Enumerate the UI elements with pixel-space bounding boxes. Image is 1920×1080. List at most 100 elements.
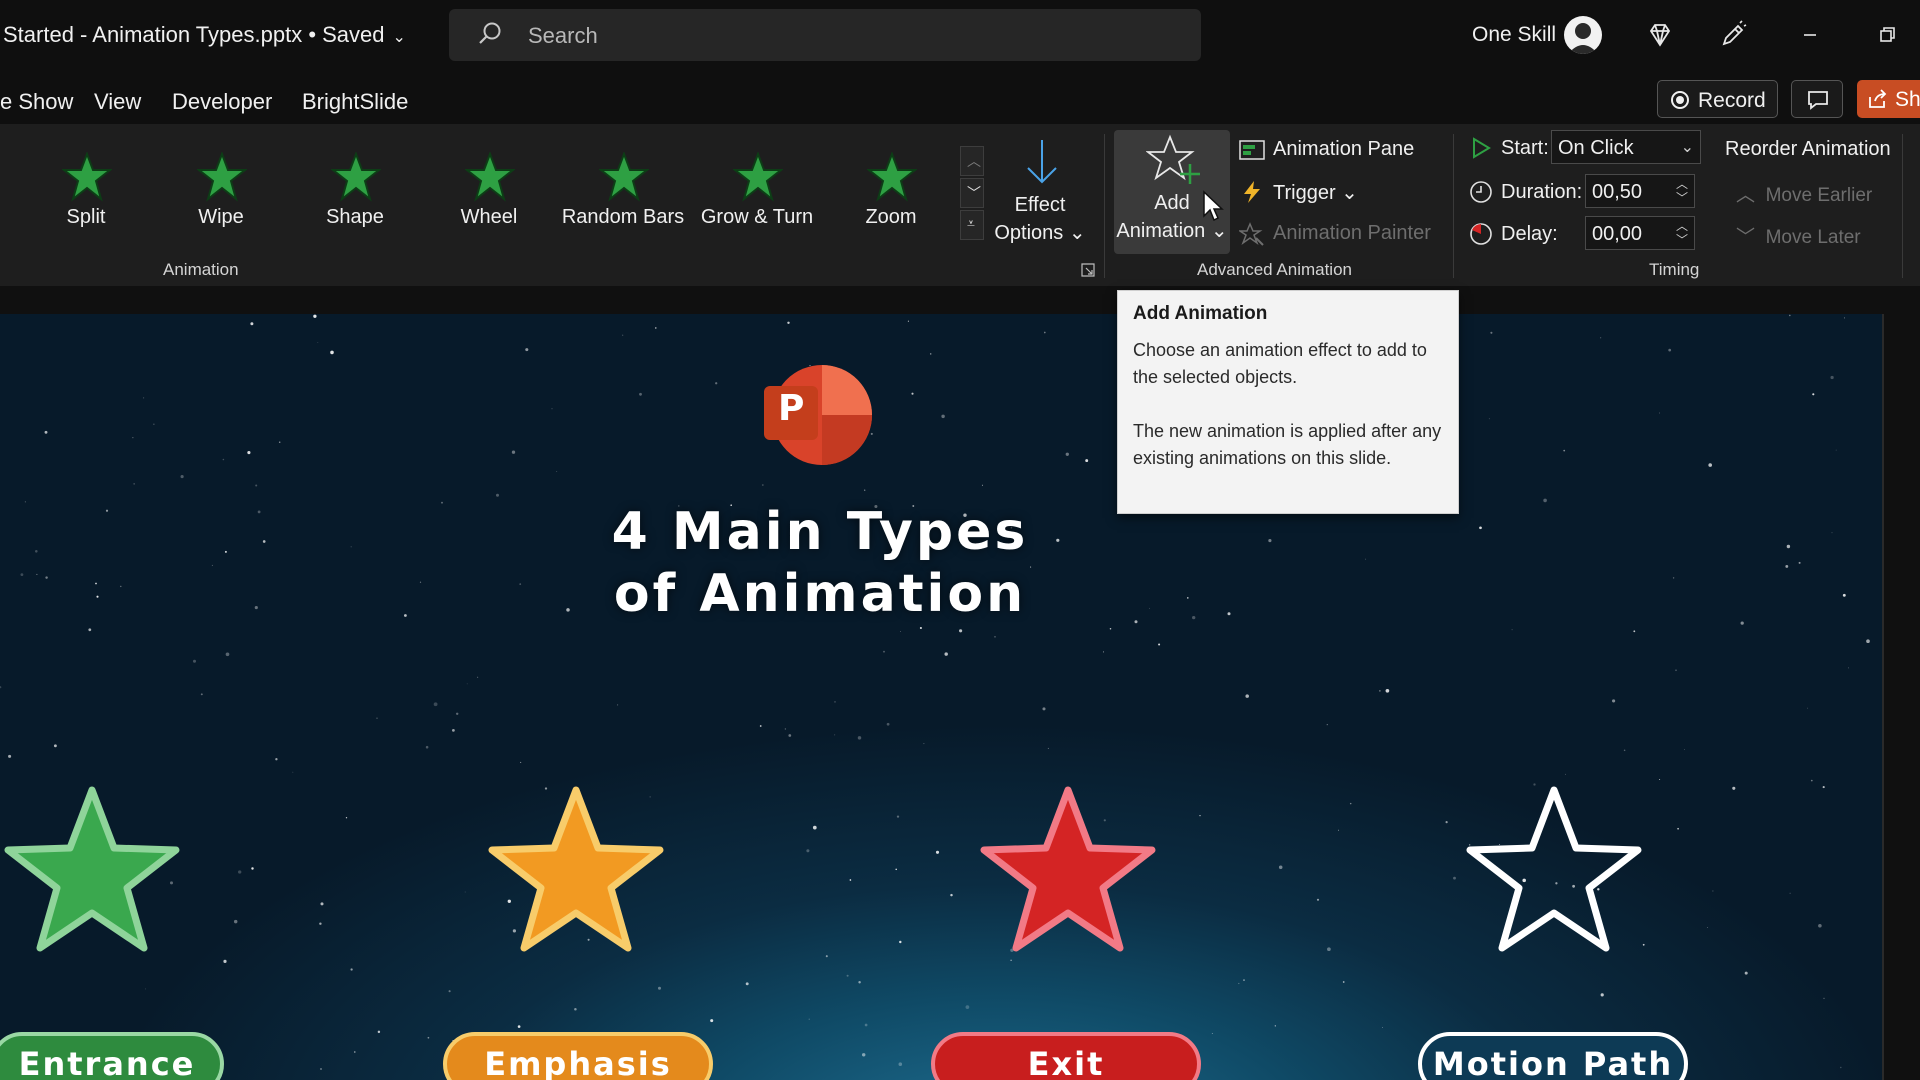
gallery-item-split[interactable]: Split <box>21 124 151 244</box>
gallery-item-grow-turn[interactable]: Grow & Turn <box>692 124 822 244</box>
background-star <box>994 636 996 638</box>
duration-row: Duration: 00,50 ︿ ﹀ <box>1469 174 1719 210</box>
spinner-icon[interactable]: ︿ ﹀ <box>1676 177 1688 205</box>
background-star <box>1085 459 1089 463</box>
background-star <box>919 626 922 630</box>
title-bar: Started - Animation Types.pptx • Saved ⌄ … <box>0 0 1920 72</box>
background-star <box>350 968 353 971</box>
tab-view[interactable]: View <box>94 89 141 115</box>
delay-input[interactable]: 00,00 ︿ ﹀ <box>1585 216 1695 250</box>
slide[interactable]: P 4 Main Types of Animation Entrance Emp… <box>0 314 1884 1080</box>
duration-label: Duration: <box>1501 181 1583 203</box>
background-star <box>1840 1066 1842 1069</box>
animation-star-icon <box>733 152 783 202</box>
background-star <box>981 484 983 486</box>
starfield-background <box>0 314 1870 1080</box>
background-star <box>1365 558 1367 560</box>
move-earlier-button[interactable]: ︿ Move Earlier <box>1736 180 1872 207</box>
background-star <box>511 450 516 454</box>
document-title[interactable]: Started - Animation Types.pptx • Saved ⌄ <box>3 22 406 48</box>
pen-icon[interactable] <box>1718 20 1748 50</box>
exit-star-icon[interactable] <box>976 780 1160 960</box>
gallery-item-random-bars[interactable]: Random Bars <box>558 124 688 244</box>
record-icon <box>1671 91 1689 109</box>
emphasis-pill[interactable]: Emphasis <box>443 1032 713 1080</box>
gallery-item-shape[interactable]: Shape <box>290 124 420 244</box>
move-later-button[interactable]: ﹀ Move Later <box>1736 222 1861 249</box>
gallery-item-zoom[interactable]: Zoom <box>826 124 956 244</box>
spinner-icon[interactable]: ︿ ﹀ <box>1676 219 1688 247</box>
ribbon-separator <box>1104 134 1105 278</box>
background-star <box>655 327 657 329</box>
emphasis-star-icon[interactable] <box>484 780 668 960</box>
motion-path-pill[interactable]: Motion Path <box>1418 1032 1688 1080</box>
ribbon-separator <box>1902 134 1903 278</box>
background-star <box>496 493 499 497</box>
background-star <box>759 725 762 727</box>
gallery-scroll-down[interactable]: ﹀ <box>960 178 984 208</box>
background-star <box>354 1051 356 1053</box>
share-button[interactable]: Sh <box>1857 80 1920 118</box>
background-star <box>464 891 466 893</box>
background-star <box>255 484 258 487</box>
user-name[interactable]: One Skill <box>1472 23 1556 47</box>
background-star <box>517 1025 521 1028</box>
background-star <box>1563 449 1566 452</box>
tab-developer[interactable]: Developer <box>172 89 272 115</box>
dialog-launcher-icon[interactable] <box>1081 263 1095 277</box>
record-button[interactable]: Record <box>1657 80 1778 118</box>
restore-icon[interactable] <box>1872 20 1902 50</box>
comments-button[interactable] <box>1791 80 1843 118</box>
background-star <box>319 922 322 925</box>
arrow-down-icon <box>1027 140 1057 184</box>
background-star <box>222 458 225 461</box>
effect-options-button[interactable]: Effect Options ⌄ <box>990 134 1090 249</box>
duration-input[interactable]: 00,50 ︿ ﹀ <box>1585 174 1695 208</box>
animation-pane-label: Animation Pane <box>1273 138 1415 160</box>
minimize-icon[interactable] <box>1795 20 1825 50</box>
background-star <box>455 712 459 716</box>
background-star <box>834 701 836 703</box>
slide-title-line-1: 4 Main Types <box>611 502 1029 562</box>
background-star <box>929 353 932 355</box>
gallery-scroll-up[interactable]: ︿ <box>960 146 984 176</box>
background-star <box>1379 690 1381 692</box>
tab-brightslide[interactable]: BrightSlide <box>302 89 408 115</box>
background-star <box>448 990 451 993</box>
background-star <box>313 314 317 318</box>
record-label: Record <box>1698 89 1766 112</box>
exit-pill[interactable]: Exit <box>931 1032 1201 1080</box>
background-star <box>36 573 38 575</box>
powerpoint-logo[interactable]: P <box>762 360 874 470</box>
background-star <box>95 582 97 585</box>
background-star <box>132 437 134 439</box>
motion-path-star-icon[interactable] <box>1462 780 1646 960</box>
background-star <box>1810 779 1813 782</box>
background-star <box>1707 926 1708 928</box>
background-star <box>658 986 661 990</box>
background-star <box>1732 786 1736 790</box>
background-star <box>1633 630 1636 633</box>
logo-letter: P <box>778 388 805 429</box>
avatar[interactable] <box>1564 16 1602 54</box>
background-star <box>319 1067 323 1071</box>
entrance-pill[interactable]: Entrance <box>0 1032 224 1080</box>
background-star <box>24 501 26 503</box>
start-select[interactable]: On Click ⌄ <box>1551 130 1701 164</box>
entrance-star-icon[interactable] <box>0 780 184 960</box>
gallery-item-wheel[interactable]: Wheel <box>424 124 554 244</box>
background-star <box>96 595 99 598</box>
background-star <box>425 745 429 749</box>
tab-slide-show[interactable]: e Show <box>0 89 73 115</box>
background-star <box>935 850 940 854</box>
diamond-icon[interactable] <box>1645 20 1675 50</box>
background-star <box>433 702 438 707</box>
background-star <box>1835 449 1837 451</box>
background-star <box>849 879 852 881</box>
background-star <box>1382 1027 1383 1029</box>
search-box[interactable]: Search <box>449 9 1201 61</box>
gallery-item-wipe[interactable]: Wipe <box>156 124 286 244</box>
background-star <box>419 581 422 583</box>
gallery-more[interactable]: ⩡ <box>960 210 984 240</box>
animation-star-icon <box>197 152 247 202</box>
